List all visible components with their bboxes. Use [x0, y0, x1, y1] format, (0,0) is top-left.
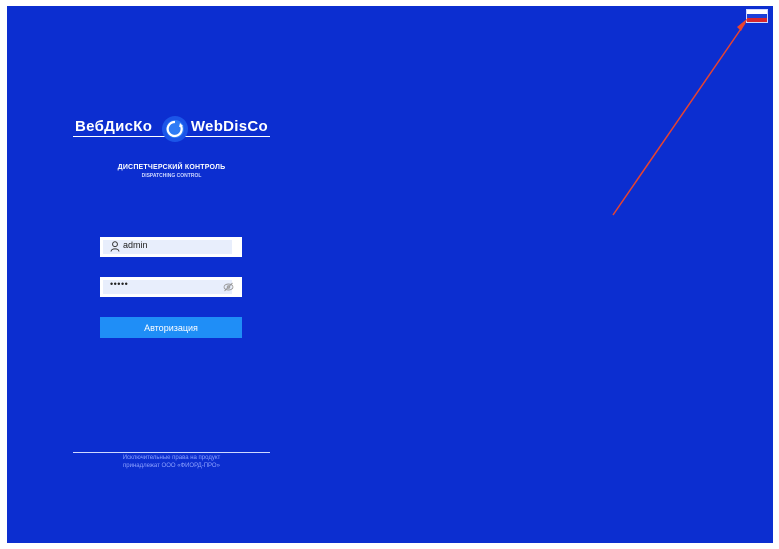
- copyright-line-1: Исключительные права на продукт: [122, 455, 221, 461]
- app-subtitle-en: DISPATCHING CONTROL: [141, 173, 202, 179]
- username-input[interactable]: admin: [123, 240, 223, 250]
- eye-off-icon[interactable]: [223, 282, 234, 292]
- username-field[interactable]: admin: [100, 237, 242, 257]
- user-icon: [110, 241, 120, 252]
- footer-divider: [73, 452, 270, 453]
- password-field[interactable]: •••••: [100, 277, 242, 297]
- language-flag-icon[interactable]: [746, 9, 768, 23]
- login-button[interactable]: Авторизация: [100, 317, 242, 338]
- app-subtitle-ru: ДИСПЕТЧЕРСКИЙ КОНТРОЛЬ: [117, 164, 226, 171]
- logo-text-ru: ВебДисКо: [75, 118, 153, 135]
- copyright-notice: Исключительные права на продукт принадле…: [73, 454, 270, 470]
- gear-icon: [162, 116, 188, 142]
- logo-text-en: WebDisCo: [190, 118, 268, 135]
- password-input[interactable]: •••••: [110, 279, 128, 289]
- copyright-line-2: принадлежат ООО «ФИОРД-ПРО»: [123, 463, 220, 469]
- app-logo: ВебДисКо WebDisCo: [73, 116, 270, 144]
